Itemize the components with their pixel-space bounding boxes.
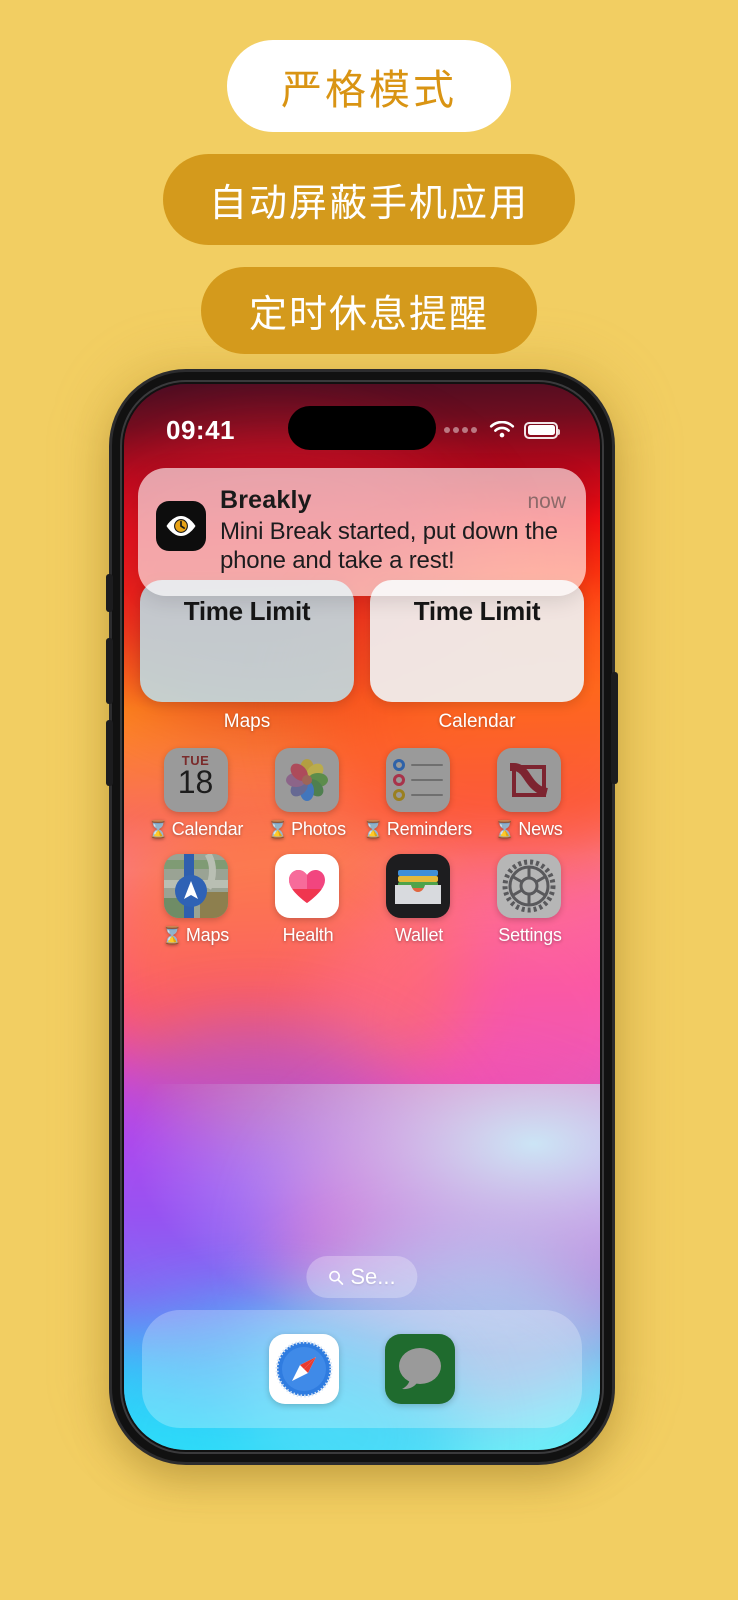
hourglass-icon: ⌛: [362, 820, 384, 839]
widget-calendar[interactable]: Time Limit Calendar: [370, 580, 584, 733]
messages-icon[interactable]: [385, 1334, 455, 1404]
promo-pill-auto-block[interactable]: 自动屏蔽手机应用: [162, 154, 575, 245]
app-row: TUE 18 ⌛ Calendar ⌛ Photos ⌛ Reminders ⌛…: [140, 748, 584, 840]
widget-maps[interactable]: Time Limit Maps: [140, 580, 354, 733]
eye-clock-icon: [156, 501, 206, 551]
volume-down-button[interactable]: [106, 720, 113, 786]
iphone-device-frame: 09:41 Breakly now Mini Break started, pu…: [112, 372, 612, 1462]
calendar-icon[interactable]: TUE 18: [163, 748, 228, 812]
app-label-settings-text: Settings: [498, 925, 562, 945]
photos-icon[interactable]: [274, 748, 339, 812]
app-icon-photos[interactable]: ⌛ Photos: [251, 748, 362, 840]
promo-pill-break-reminder[interactable]: 定时休息提醒: [200, 267, 537, 354]
reminders-icon[interactable]: [385, 748, 450, 812]
signal-dots-icon: [444, 427, 477, 433]
safari-icon[interactable]: [269, 1334, 339, 1404]
app-label-calendar-text: Calendar: [171, 819, 244, 839]
iphone-screen: 09:41 Breakly now Mini Break started, pu…: [124, 384, 600, 1450]
health-icon[interactable]: [274, 854, 339, 918]
dynamic-island: [288, 406, 436, 450]
widget-calendar-title: Time Limit: [413, 596, 541, 626]
promo-pill-break-reminder-label: 定时休息提醒: [248, 294, 489, 336]
wallet-icon[interactable]: [385, 854, 450, 918]
app-label-settings: Settings: [495, 925, 562, 946]
promo-pill-stack: 严格模式 自动屏蔽手机应用 定时休息提醒: [0, 0, 738, 354]
app-label-health-text: Health: [282, 925, 334, 945]
app-label-health: Health: [280, 925, 334, 946]
notification-header: Breakly now: [220, 486, 566, 515]
power-button[interactable]: [611, 672, 618, 784]
app-label-news: ⌛ News: [494, 819, 562, 840]
search-icon: [329, 1270, 344, 1285]
app-icon-calendar[interactable]: TUE 18 ⌛ Calendar: [140, 748, 251, 840]
app-label-calendar: ⌛ Calendar: [147, 819, 244, 840]
app-label-news-text: News: [518, 819, 563, 839]
widget-maps-label: Maps: [223, 711, 271, 732]
app-icon-health[interactable]: Health: [251, 854, 362, 946]
app-icon-news[interactable]: ⌛ News: [473, 748, 584, 840]
app-icon-maps[interactable]: ⌛ Maps: [140, 854, 251, 946]
hourglass-icon: ⌛: [147, 820, 169, 839]
home-search-pill[interactable]: Se...: [306, 1256, 418, 1298]
home-search-label: Se...: [350, 1264, 396, 1289]
app-label-reminders: ⌛ Reminders: [363, 819, 472, 840]
app-grid: TUE 18 ⌛ Calendar ⌛ Photos ⌛ Reminders ⌛…: [140, 748, 584, 946]
wifi-icon: [489, 420, 515, 437]
status-bar-indicators: [444, 407, 560, 440]
notification-timestamp: now: [527, 490, 566, 513]
notification-banner[interactable]: Breakly now Mini Break started, put down…: [138, 468, 586, 596]
settings-icon[interactable]: [496, 854, 561, 918]
widget-calendar-label: Calendar: [438, 711, 516, 732]
volume-up-button[interactable]: [106, 638, 113, 704]
promo-pill-strict-mode-label: 严格模式: [281, 67, 457, 113]
app-icon-settings[interactable]: Settings: [473, 854, 584, 946]
status-bar-clock: 09:41: [166, 414, 235, 445]
widget-row: Time Limit Maps Time Limit Calendar: [140, 580, 584, 733]
battery-icon: [524, 421, 560, 439]
silent-switch-button[interactable]: [106, 574, 113, 612]
promo-pill-strict-mode[interactable]: 严格模式: [227, 40, 511, 132]
app-label-maps: ⌛ Maps: [162, 925, 229, 946]
maps-icon[interactable]: [163, 854, 228, 918]
app-label-wallet-text: Wallet: [394, 925, 444, 945]
app-label-reminders-text: Reminders: [386, 819, 473, 839]
news-icon[interactable]: [496, 748, 561, 812]
notification-content: Breakly now Mini Break started, put down…: [220, 486, 566, 576]
home-dock: [142, 1310, 582, 1428]
app-label-wallet: Wallet: [392, 925, 443, 946]
hourglass-icon: ⌛: [161, 926, 183, 945]
widget-maps-card[interactable]: Time Limit: [140, 580, 354, 702]
app-icon-reminders[interactable]: ⌛ Reminders: [362, 748, 473, 840]
app-label-photos: ⌛ Photos: [267, 819, 346, 840]
calendar-icon-date: 18: [177, 764, 214, 800]
notification-message: Mini Break started, put down the phone a…: [220, 518, 558, 575]
app-row: ⌛ Maps Health Wallet Settings: [140, 854, 584, 946]
hourglass-icon: ⌛: [494, 820, 516, 839]
widget-calendar-card[interactable]: Time Limit: [370, 580, 584, 702]
notification-app-name: Breakly: [220, 486, 312, 514]
app-label-maps-text: Maps: [185, 925, 230, 945]
hourglass-icon: ⌛: [267, 820, 289, 839]
app-icon-wallet[interactable]: Wallet: [362, 854, 473, 946]
widget-maps-title: Time Limit: [183, 596, 311, 626]
promo-pill-auto-block-label: 自动屏蔽手机应用: [208, 183, 529, 225]
app-label-photos-text: Photos: [291, 819, 346, 839]
